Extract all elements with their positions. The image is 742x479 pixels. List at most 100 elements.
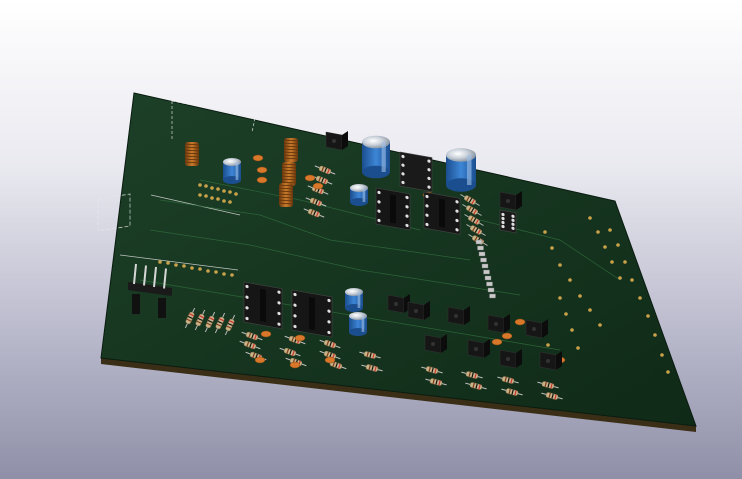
pin-strip bbox=[477, 245, 484, 251]
pad bbox=[174, 263, 178, 267]
pad bbox=[558, 296, 562, 300]
pad bbox=[214, 270, 218, 274]
smd-capacitor bbox=[294, 334, 306, 342]
smd-capacitor bbox=[260, 330, 272, 338]
pad bbox=[198, 193, 202, 197]
pad bbox=[558, 263, 562, 267]
pad bbox=[616, 243, 620, 247]
electrolytic-capacitor bbox=[350, 183, 368, 207]
electrolytic-capacitor bbox=[223, 157, 241, 185]
pad bbox=[666, 370, 670, 374]
to220-transistor bbox=[525, 319, 548, 339]
pin-strip bbox=[475, 239, 483, 245]
transistor-hole bbox=[431, 342, 435, 346]
transistor-hole bbox=[546, 359, 550, 363]
pad bbox=[610, 260, 614, 264]
smd-capacitor bbox=[491, 338, 503, 346]
pad bbox=[222, 272, 226, 276]
dip8-ic bbox=[499, 209, 517, 234]
smd-capacitor bbox=[312, 182, 324, 190]
pad bbox=[210, 196, 214, 200]
pad bbox=[588, 308, 592, 312]
to220-transistor bbox=[539, 351, 562, 371]
smd-capacitor bbox=[304, 174, 316, 182]
ic-body bbox=[399, 151, 433, 192]
inductor bbox=[184, 142, 200, 166]
pad bbox=[206, 269, 210, 273]
dip8-ic bbox=[243, 281, 283, 330]
to220-transistor bbox=[499, 191, 522, 211]
transistor-hole bbox=[532, 327, 536, 331]
pad bbox=[618, 276, 622, 280]
pad bbox=[660, 353, 664, 357]
smd-capacitor bbox=[252, 154, 264, 162]
electrolytic-capacitor bbox=[349, 311, 367, 337]
pad bbox=[630, 278, 634, 282]
to220-transistor bbox=[487, 314, 510, 334]
transistor-hole bbox=[414, 309, 418, 313]
pad bbox=[216, 197, 220, 201]
smd-capacitor bbox=[514, 318, 526, 326]
pin-strip bbox=[486, 281, 493, 287]
pad bbox=[638, 296, 642, 300]
inductor bbox=[281, 162, 297, 186]
pin-strip bbox=[483, 269, 490, 275]
pad bbox=[564, 312, 568, 316]
capacitor-stripe bbox=[467, 155, 472, 185]
pad bbox=[543, 230, 547, 234]
pad bbox=[550, 246, 554, 250]
pad bbox=[228, 190, 232, 194]
pad bbox=[623, 260, 627, 264]
pad bbox=[190, 266, 194, 270]
pin-strip bbox=[489, 293, 496, 299]
pad bbox=[198, 267, 202, 271]
3d-viewport[interactable] bbox=[0, 0, 742, 479]
pad bbox=[598, 323, 602, 327]
capacitor-stripe bbox=[361, 316, 365, 332]
capacitor-stripe bbox=[235, 162, 239, 180]
pad bbox=[578, 294, 582, 298]
to220-transistor bbox=[325, 131, 348, 151]
capacitor-base bbox=[223, 175, 241, 185]
electrolytic-capacitor bbox=[345, 287, 363, 313]
jumper bbox=[158, 298, 166, 318]
socket-slot bbox=[260, 288, 266, 322]
smd-capacitor bbox=[501, 332, 513, 340]
pad bbox=[216, 187, 220, 191]
pad bbox=[210, 186, 214, 190]
pad bbox=[234, 192, 238, 196]
dip8-ic bbox=[399, 151, 433, 192]
transistor-hole bbox=[474, 347, 478, 351]
pad bbox=[204, 184, 208, 188]
pad bbox=[570, 328, 574, 332]
socket-slot bbox=[390, 194, 396, 224]
transistor-hole bbox=[506, 199, 510, 203]
capacitor-stripe bbox=[381, 142, 386, 172]
pad bbox=[204, 194, 208, 198]
capacitor-stripe bbox=[357, 292, 361, 308]
smd-capacitor bbox=[256, 176, 268, 184]
socket-slot bbox=[439, 198, 445, 228]
inductor bbox=[278, 183, 294, 207]
capacitor-stripe bbox=[362, 188, 366, 202]
dip8-ic bbox=[375, 187, 411, 231]
transistor-hole bbox=[506, 357, 510, 361]
pin-strip bbox=[484, 275, 492, 281]
transistor-hole bbox=[332, 139, 336, 143]
dip8-ic bbox=[291, 289, 333, 338]
to220-transistor bbox=[447, 306, 470, 326]
transistor-hole bbox=[454, 314, 458, 318]
capacitor-top bbox=[223, 157, 241, 167]
pad bbox=[182, 264, 186, 268]
pad bbox=[198, 183, 202, 187]
pad bbox=[228, 200, 232, 204]
pad bbox=[158, 260, 162, 264]
to220-transistor bbox=[467, 339, 490, 359]
pad bbox=[222, 189, 226, 193]
pin-strip bbox=[480, 257, 487, 263]
inductor bbox=[283, 138, 299, 162]
pad bbox=[596, 230, 600, 234]
to220-transistor bbox=[499, 349, 522, 369]
electrolytic-capacitor bbox=[446, 148, 476, 192]
transistor-hole bbox=[494, 322, 498, 326]
